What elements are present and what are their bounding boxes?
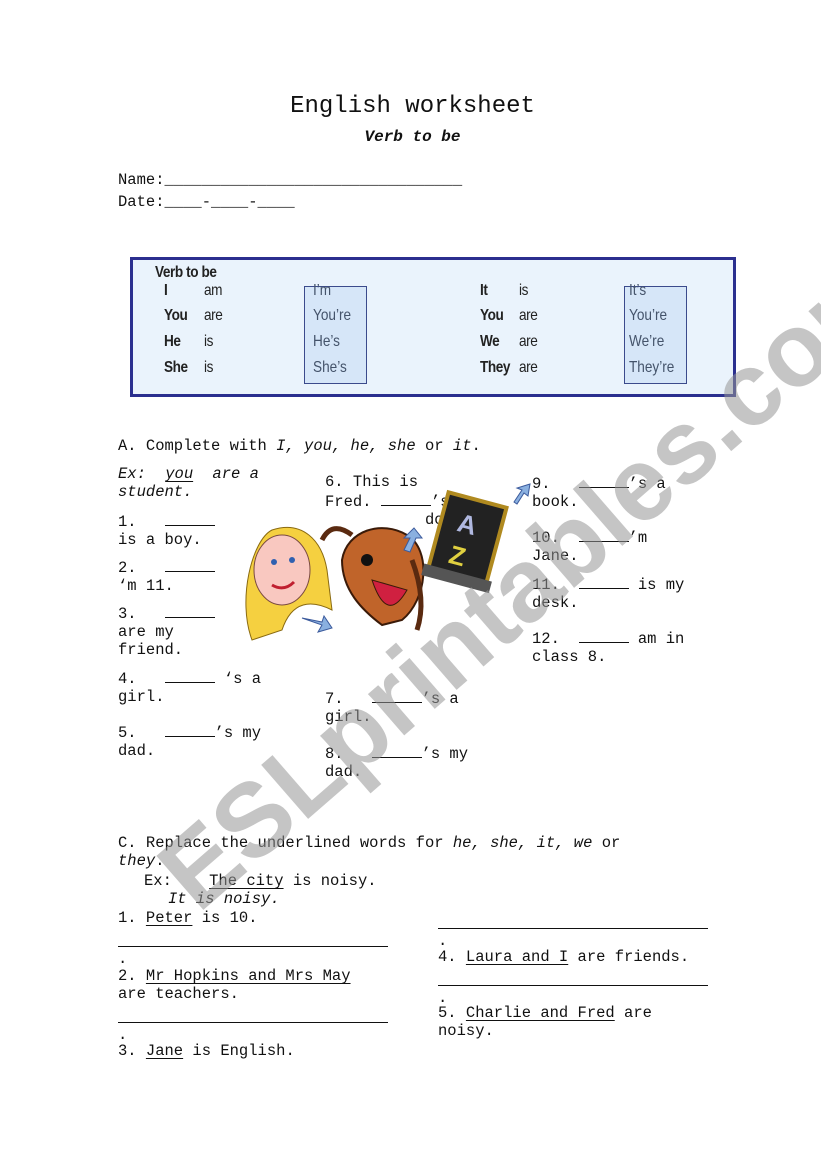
verb-table-contraction: She’s (313, 359, 347, 376)
verb-table-pronoun: She (164, 359, 188, 376)
clipart-group: A Z (245, 483, 531, 641)
verb-table-heading: Verb to be (155, 264, 217, 281)
item-11: 11. is my desk. (532, 574, 685, 612)
answer-blank[interactable] (371, 688, 422, 703)
verb-table-contraction: I’m (313, 282, 332, 299)
answer-blank[interactable] (578, 527, 629, 542)
item-5: 5. ’s my dad. (118, 722, 262, 760)
verb-table-verb: is (204, 359, 213, 376)
answer-blank[interactable] (164, 557, 215, 572)
section-a-heading: A. Complete with I, you, he, she or it. (118, 437, 481, 455)
verb-table-contraction: He’s (313, 333, 340, 350)
answer-blank[interactable] (164, 668, 215, 683)
verb-table-pronoun: I (164, 282, 168, 299)
verb-table-pronoun: It (480, 282, 488, 299)
verb-table-pronoun: You (164, 307, 188, 324)
item-10: 10. ’m Jane. (532, 527, 648, 565)
item-3: 3. are my friend. (118, 603, 215, 659)
verb-table-contraction: It’s (629, 282, 647, 299)
item-2: 2. ‘m 11. (118, 557, 215, 595)
example-c-answer: It is noisy. (168, 890, 280, 908)
arrow-icon (301, 614, 333, 633)
answer-blank[interactable] (578, 628, 629, 643)
verb-table-verb: are (204, 307, 223, 324)
answer-blank[interactable] (371, 743, 422, 758)
c-item-3: 3. Jane is English. (118, 1042, 295, 1060)
item-4: 4. ‘s a girl. (118, 668, 262, 706)
verb-table-verb: are (519, 359, 538, 376)
verb-table-contraction: You’re (313, 307, 352, 324)
c-item-2: 2. Mr Hopkins and Mrs May are teachers. (118, 967, 351, 1003)
dictionary-book-clipart: A Z (421, 489, 509, 594)
answer-line[interactable] (438, 928, 708, 929)
c-item-5: 5. Charlie and Fred are noisy. (438, 1004, 652, 1040)
arrow-icon (513, 483, 531, 505)
verb-table-verb: is (204, 333, 213, 350)
verb-table-contraction: We’re (629, 333, 665, 350)
answer-blank[interactable] (164, 511, 215, 526)
item-1: 1. is a boy. (118, 511, 215, 549)
verb-table-pronoun: They (480, 359, 511, 376)
verb-table-pronoun: We (480, 333, 500, 350)
answer-blank[interactable] (164, 722, 215, 737)
verb-table-pronoun: You (480, 307, 504, 324)
answer-blank[interactable] (164, 603, 215, 618)
verb-table-contraction: You’re (629, 307, 668, 324)
worksheet-page: English worksheet Verb to be Name:______… (0, 0, 821, 1169)
verb-table-verb: is (519, 282, 528, 299)
verb-table-pronoun: He (164, 333, 181, 350)
item-12: 12. am in class 8. (532, 628, 685, 666)
answer-line[interactable] (438, 985, 708, 986)
answer-line[interactable] (118, 1022, 388, 1023)
c-item-1: 1. Peter is 10. (118, 909, 258, 927)
name-field[interactable]: Name:________________________________ (118, 171, 462, 189)
item-8: 8. ’s my dad. (325, 743, 469, 781)
verb-table-verb: am (204, 282, 223, 299)
section-c-heading: C. Replace the underlined words for he, … (118, 834, 621, 870)
worksheet-subtitle: Verb to be (364, 128, 461, 146)
verb-table-verb: are (519, 307, 538, 324)
answer-blank[interactable] (578, 473, 629, 488)
date-field[interactable]: Date:____-____-____ (118, 193, 295, 211)
item-7: 7. ’s a girl. (325, 688, 459, 726)
example-c: Ex: The city is noisy. (144, 872, 377, 890)
answer-line[interactable] (118, 946, 388, 947)
period: . (118, 950, 128, 968)
item-9: 9. ’s a book. (532, 473, 666, 511)
answer-blank[interactable] (578, 574, 629, 589)
verb-to-be-table: Verb to be Iam I’m You are You’re He is He’s She… (130, 257, 736, 397)
c-item-4: 4. Laura and I are friends. (438, 948, 690, 966)
verb-table-contraction: They’re (629, 359, 675, 376)
verb-table-verb: are (519, 333, 538, 350)
worksheet-title: English worksheet (290, 93, 535, 120)
